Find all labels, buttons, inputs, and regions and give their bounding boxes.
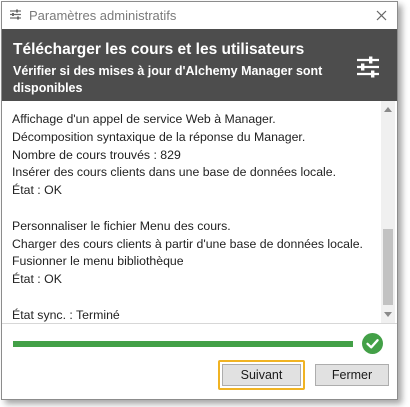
title-bar: Paramètres administratifs	[2, 2, 397, 28]
log-line: État sync. : Terminé	[12, 307, 120, 322]
scrollbar-thumb[interactable]	[383, 229, 393, 305]
log-line: État : OK	[12, 183, 62, 198]
window-title: Paramètres administratifs	[29, 8, 177, 23]
log-line: Personnaliser le fichier Menu des cours.	[12, 218, 231, 233]
log-text: Affichage d'un appel de service Web à Ma…	[12, 111, 363, 325]
scroll-down-icon[interactable]	[384, 312, 392, 317]
header-heading: Télécharger les cours et les utilisateur…	[13, 41, 305, 58]
log-scrollbar[interactable]	[381, 101, 395, 323]
dialog-header: Télécharger les cours et les utilisateur…	[2, 29, 397, 101]
close-icon	[376, 10, 386, 20]
log-line: Charger des cours clients à partir d'une…	[12, 236, 363, 251]
settings-sliders-icon	[10, 9, 21, 20]
close-button[interactable]: Fermer	[315, 364, 389, 386]
log-line: Nombre de cours trouvés : 829	[12, 147, 181, 162]
sync-log-panel[interactable]: Affichage d'un appel de service Web à Ma…	[2, 101, 397, 324]
close-window-button[interactable]	[370, 5, 392, 25]
checkmark-circle-icon	[362, 333, 383, 354]
header-subheading: Vérifier si des mises à jour d'Alchemy M…	[13, 64, 323, 95]
log-line: Insérer des cours clients dans une base …	[12, 165, 337, 180]
sliders-icon[interactable]	[355, 55, 381, 79]
log-line: État : OK	[12, 272, 62, 287]
sync-progress-bar	[13, 341, 353, 347]
log-line: Affichage d'un appel de service Web à Ma…	[12, 112, 276, 126]
admin-settings-dialog: Paramètres administratifs Télécharger le…	[1, 1, 398, 400]
log-line: Décomposition syntaxique de la réponse d…	[12, 129, 306, 144]
next-button[interactable]: Suivant	[222, 364, 301, 386]
progress-fill	[13, 341, 353, 347]
log-line: Fusionner le menu bibliothèque	[12, 254, 184, 269]
scroll-up-icon[interactable]	[384, 107, 392, 112]
